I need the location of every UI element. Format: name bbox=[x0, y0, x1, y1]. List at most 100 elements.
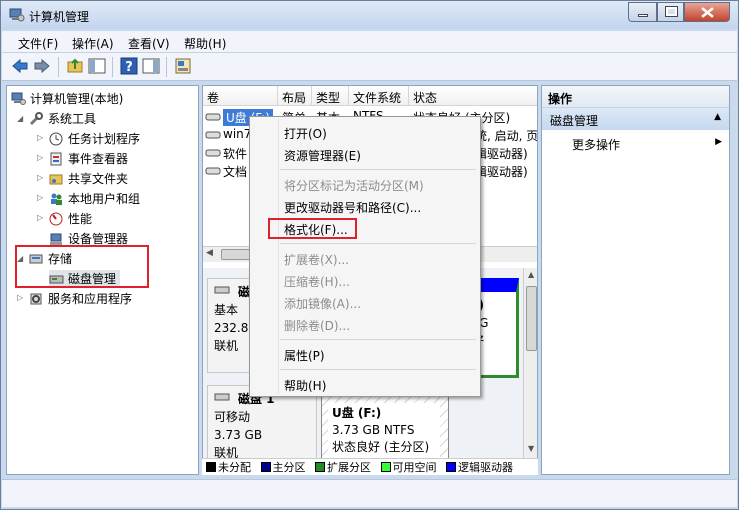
highlight-annotation bbox=[268, 218, 357, 239]
tree-item-label: 共享文件夹 bbox=[68, 172, 129, 186]
volume-status: 统, 启动, 页 bbox=[475, 129, 538, 143]
actions-pane: 操作 磁盘管理 ▲ 更多操作 ▶ bbox=[541, 85, 730, 475]
minimize-icon bbox=[638, 14, 648, 17]
context-change-drive-letter[interactable]: 更改驱动器号和路径(C)... bbox=[284, 199, 421, 219]
scroll-left-icon[interactable]: ◀ bbox=[206, 248, 213, 258]
disk-size: 3.73 GB bbox=[214, 428, 263, 442]
scrollbar-thumb[interactable] bbox=[526, 286, 537, 351]
title-bar: 计算机管理 bbox=[1, 1, 738, 29]
column-header-type[interactable]: 类型 bbox=[312, 86, 349, 106]
minimize-button[interactable] bbox=[628, 2, 657, 22]
legend-label: 可用空间 bbox=[392, 461, 437, 474]
drive-icon bbox=[205, 113, 221, 121]
menu-file[interactable]: 文件(F) bbox=[18, 35, 58, 52]
tree-item-system-tools[interactable]: 系统工具 bbox=[29, 110, 96, 128]
tree-item-label: 任务计划程序 bbox=[68, 132, 141, 146]
disk-properties-icon[interactable] bbox=[174, 57, 192, 75]
drive-icon bbox=[205, 131, 221, 139]
forward-arrow-icon[interactable] bbox=[33, 57, 51, 75]
tree-item-services[interactable]: 服务和应用程序 bbox=[29, 290, 132, 308]
scroll-down-icon[interactable]: ▼ bbox=[528, 444, 534, 453]
context-properties[interactable]: 属性(P) bbox=[284, 347, 325, 367]
show-hide-action-pane-icon[interactable] bbox=[142, 57, 160, 75]
expand-arrow-icon[interactable]: ▷ bbox=[37, 213, 43, 222]
context-menu: 打开(O) 资源管理器(E) 将分区标记为活动分区(M) 更改驱动器号和路径(C… bbox=[249, 116, 481, 397]
context-delete-volume: 删除卷(D)... bbox=[284, 319, 351, 333]
partition-filesystem: 3.73 GB NTFS bbox=[332, 423, 415, 437]
tree-item-performance[interactable]: 性能 bbox=[49, 210, 92, 228]
tree-item-task-scheduler[interactable]: 任务计划程序 bbox=[49, 130, 140, 148]
tree-item-label: 事件查看器 bbox=[68, 152, 129, 166]
actions-section-disk-management[interactable]: 磁盘管理 ▲ bbox=[542, 108, 729, 130]
expand-arrow-icon[interactable]: ▷ bbox=[37, 133, 43, 142]
show-hide-tree-icon[interactable] bbox=[88, 57, 106, 75]
collapse-arrow-icon[interactable]: ◢ bbox=[17, 114, 23, 123]
device-manager-icon bbox=[50, 233, 62, 245]
volume-status: 辑驱动器) bbox=[475, 147, 528, 161]
tree-item-root[interactable]: 计算机管理(本地) bbox=[11, 90, 123, 108]
legend-label: 未分配 bbox=[218, 461, 251, 474]
back-arrow-icon[interactable] bbox=[11, 57, 29, 75]
expand-arrow-icon[interactable]: ▷ bbox=[17, 293, 23, 302]
actions-section-label: 磁盘管理 bbox=[550, 114, 599, 128]
tree-item-event-viewer[interactable]: 事件查看器 bbox=[49, 150, 128, 168]
context-mark-active: 将分区标记为活动分区(M) bbox=[284, 179, 424, 193]
column-header-status[interactable]: 状态 bbox=[409, 86, 537, 106]
navigation-tree: 计算机管理(本地) ◢ 系统工具 ▷ 任务计划程序 ▷ 事件查看器 ▷ 共享文件… bbox=[6, 85, 199, 475]
status-bar bbox=[2, 479, 737, 507]
maximize-icon bbox=[665, 6, 678, 17]
context-explorer[interactable]: 资源管理器(E) bbox=[284, 147, 361, 167]
expand-arrow-icon[interactable]: ▷ bbox=[37, 173, 43, 182]
svg-text:?: ? bbox=[125, 60, 133, 75]
actions-header: 操作 bbox=[542, 86, 729, 108]
menu-action[interactable]: 操作(A) bbox=[72, 35, 114, 52]
close-button[interactable] bbox=[684, 2, 730, 22]
more-actions-item[interactable]: 更多操作 ▶ bbox=[572, 136, 722, 154]
clock-icon bbox=[49, 132, 63, 146]
volume-status: 辑驱动器) bbox=[475, 165, 528, 179]
scrollbar-thumb[interactable] bbox=[221, 249, 251, 260]
expand-arrow-icon[interactable]: ▷ bbox=[37, 193, 43, 202]
tree-item-local-users[interactable]: 本地用户和组 bbox=[49, 190, 140, 208]
expand-arrow-icon[interactable]: ▷ bbox=[37, 153, 43, 162]
window-title: 计算机管理 bbox=[29, 10, 90, 24]
menu-bar: 文件(F) 操作(A) 查看(V) 帮助(H) bbox=[2, 31, 737, 53]
tree-item-shared-folders[interactable]: 共享文件夹 bbox=[49, 170, 128, 188]
scroll-up-icon[interactable]: ▲ bbox=[528, 270, 534, 279]
up-folder-icon[interactable] bbox=[66, 57, 84, 75]
services-icon bbox=[30, 293, 42, 305]
vertical-scrollbar[interactable]: ▲ ▼ bbox=[523, 268, 537, 458]
legend-swatch bbox=[315, 462, 325, 472]
tools-icon bbox=[29, 112, 43, 126]
context-open[interactable]: 打开(O) bbox=[284, 125, 327, 145]
context-shrink-volume: 压缩卷(H)... bbox=[284, 275, 350, 289]
users-icon bbox=[51, 193, 62, 205]
computer-management-window: 计算机管理 文件(F) 操作(A) 查看(V) 帮助(H) ? 计算机管理(本地… bbox=[0, 0, 739, 510]
context-add-mirror: 添加镜像(A)... bbox=[284, 297, 362, 311]
toolbar: ? bbox=[2, 53, 737, 81]
collapse-up-icon[interactable]: ▲ bbox=[714, 112, 721, 122]
menu-view[interactable]: 查看(V) bbox=[128, 35, 170, 52]
partition-label: U盘 (F:) bbox=[332, 406, 382, 420]
highlight-annotation bbox=[15, 245, 149, 288]
legend-label: 逻辑驱动器 bbox=[458, 461, 513, 474]
menu-separator bbox=[280, 169, 476, 170]
menu-separator bbox=[280, 369, 476, 370]
column-header-layout[interactable]: 布局 bbox=[278, 86, 312, 106]
maximize-button[interactable] bbox=[657, 2, 684, 22]
volume-name: 文档 bbox=[223, 165, 248, 179]
column-header-filesystem[interactable]: 文件系统 bbox=[349, 86, 409, 106]
tree-item-label: 本地用户和组 bbox=[68, 192, 141, 206]
menu-help[interactable]: 帮助(H) bbox=[184, 35, 226, 52]
legend-swatch bbox=[206, 462, 216, 472]
help-icon[interactable]: ? bbox=[120, 57, 138, 75]
volume-name: 软件 bbox=[223, 147, 248, 161]
context-help[interactable]: 帮助(H) bbox=[284, 377, 326, 397]
column-header-volume[interactable]: 卷 bbox=[203, 86, 278, 106]
legend-swatch bbox=[446, 462, 456, 472]
tree-item-label: 性能 bbox=[68, 212, 93, 226]
legend-label: 扩展分区 bbox=[327, 461, 371, 474]
menu-separator bbox=[280, 243, 476, 244]
tree-item-label: 计算机管理(本地) bbox=[30, 92, 124, 106]
toolbar-separator bbox=[58, 57, 59, 77]
